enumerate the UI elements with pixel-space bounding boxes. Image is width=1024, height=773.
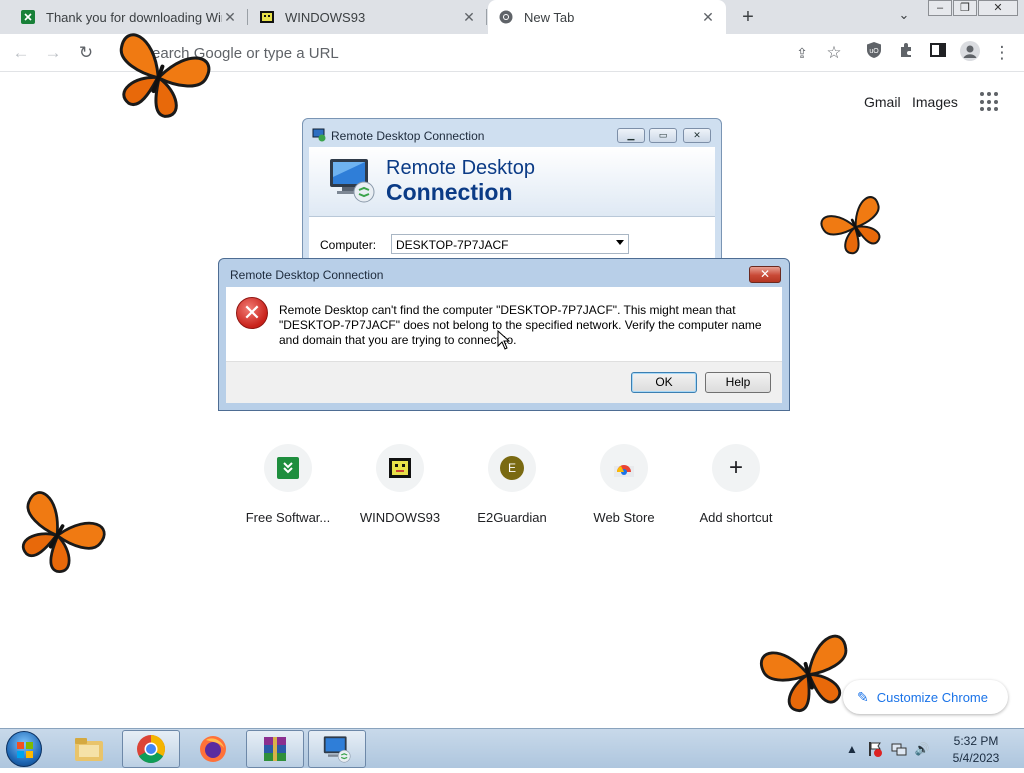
close-button[interactable]: ✕ xyxy=(683,128,711,143)
taskbar-explorer[interactable] xyxy=(60,730,118,768)
error-icon: ✕ xyxy=(236,297,268,329)
rdc-small-icon xyxy=(312,128,326,147)
winrar-icon xyxy=(264,737,286,761)
clock-date[interactable]: 5/4/2023 xyxy=(940,751,1012,765)
close-tab-icon[interactable]: ✕ xyxy=(222,9,238,25)
firefox-icon xyxy=(200,736,226,762)
show-hidden-icons-icon[interactable]: ▲ xyxy=(844,741,860,757)
chevron-down-icon[interactable]: ⌄ xyxy=(894,7,914,27)
tab-windows93[interactable]: WINDOWS93 ✕ xyxy=(249,0,487,34)
shortcut-free-software[interactable]: Free Softwar... xyxy=(232,440,344,530)
gmail-link[interactable]: Gmail xyxy=(864,94,901,110)
taskbar-firefox[interactable] xyxy=(184,730,242,768)
shortcut-label: WINDOWS93 xyxy=(359,510,441,525)
error-dialog-footer: OK Help xyxy=(226,361,782,403)
butterfly-icon xyxy=(119,33,211,118)
customize-label: Customize Chrome xyxy=(876,689,988,705)
extensions-icon[interactable] xyxy=(894,41,918,65)
error-message: Remote Desktop can't find the computer "… xyxy=(279,303,762,347)
side-panel-icon[interactable] xyxy=(926,41,950,65)
folder-icon xyxy=(75,738,103,761)
rdc-banner: Remote Desktop Connection xyxy=(309,147,715,217)
butterfly-icon xyxy=(820,196,881,255)
shortcut-label: Add shortcut xyxy=(699,510,773,525)
ublock-icon[interactable]: uO xyxy=(862,41,886,65)
letter-avatar: E xyxy=(500,456,524,480)
plus-icon: + xyxy=(712,444,760,492)
freesoftware-icon xyxy=(264,444,312,492)
restore-button[interactable]: ❐ xyxy=(953,0,977,16)
taskbar-winrar[interactable] xyxy=(246,730,304,768)
taskbar: ▲ 🔊 5:32 PM 5/4/2023 xyxy=(0,728,1024,768)
rdc-banner-line2: Connection xyxy=(386,179,513,205)
webstore-icon xyxy=(600,444,648,492)
shortcut-add[interactable]: + Add shortcut xyxy=(680,440,792,530)
omnibox[interactable]: ⇪ ☆ xyxy=(128,38,858,68)
computer-label: Computer: xyxy=(320,238,377,252)
network-icon[interactable] xyxy=(891,741,907,757)
minimize-button[interactable]: ▁ xyxy=(617,128,645,143)
windows93-icon xyxy=(376,444,424,492)
shortcut-web-store[interactable]: Web Store xyxy=(568,440,680,530)
computer-value: DESKTOP-7P7JACF xyxy=(396,238,509,252)
e2guardian-icon: E xyxy=(488,444,536,492)
images-link[interactable]: Images xyxy=(912,94,958,110)
shortcut-windows93[interactable]: WINDOWS93 xyxy=(344,440,456,530)
butterfly-icon xyxy=(760,634,848,713)
dropdown-arrow-icon[interactable] xyxy=(616,240,624,245)
tab-new-tab[interactable]: New Tab ✕ xyxy=(488,0,726,34)
spreadsheet-icon xyxy=(20,9,36,25)
minimize-button[interactable]: – xyxy=(928,0,952,16)
windows-logo-icon xyxy=(17,742,33,758)
taskbar-chrome[interactable] xyxy=(122,730,180,768)
start-button[interactable] xyxy=(6,731,42,767)
back-button[interactable]: ← xyxy=(9,41,33,65)
action-center-icon[interactable] xyxy=(866,741,882,757)
address-input[interactable] xyxy=(142,43,762,63)
star-icon[interactable]: ☆ xyxy=(822,41,846,65)
profile-avatar[interactable] xyxy=(958,41,982,65)
volume-icon[interactable]: 🔊 xyxy=(914,741,930,757)
close-tab-icon[interactable]: ✕ xyxy=(700,9,716,25)
error-dialog-title: Remote Desktop Connection xyxy=(230,268,384,282)
chrome-icon xyxy=(498,9,514,25)
close-tab-icon[interactable]: ✕ xyxy=(461,9,477,25)
ok-button[interactable]: OK xyxy=(631,372,697,393)
tab-title: Thank you for downloading WinRAR xyxy=(46,9,222,25)
shortcut-label: Free Softwar... xyxy=(245,510,331,525)
customize-chrome-button[interactable]: ✎ Customize Chrome xyxy=(843,680,1008,714)
remote-desktop-icon xyxy=(323,736,351,763)
kebab-menu-icon[interactable]: ⋮ xyxy=(990,41,1014,65)
shortcut-e2guardian[interactable]: E E2Guardian xyxy=(456,440,568,530)
taskbar-remote-desktop[interactable] xyxy=(308,730,366,768)
mouse-pointer-icon xyxy=(497,330,511,350)
shortcut-label: Web Store xyxy=(593,510,655,525)
reload-button[interactable]: ↻ xyxy=(74,41,98,65)
chrome-icon xyxy=(137,735,165,763)
remote-desktop-icon xyxy=(327,155,377,210)
google-apps-icon[interactable] xyxy=(980,92,1000,112)
tab-title: WINDOWS93 xyxy=(285,9,366,25)
tab-title: New Tab xyxy=(524,9,575,25)
help-button[interactable]: Help xyxy=(705,372,771,393)
rdc-title: Remote Desktop Connection xyxy=(331,129,485,143)
windows93-icon xyxy=(259,9,275,25)
svg-text:uO: uO xyxy=(869,48,879,55)
new-tab-button[interactable]: + xyxy=(736,5,760,29)
shortcut-label: E2Guardian xyxy=(477,510,547,525)
share-icon[interactable]: ⇪ xyxy=(790,41,814,65)
close-window-button[interactable]: ✕ xyxy=(978,0,1018,16)
close-button[interactable]: ✕ xyxy=(749,266,781,283)
maximize-button[interactable]: ▭ xyxy=(649,128,677,143)
clock-time[interactable]: 5:32 PM xyxy=(940,734,1012,748)
rdc-banner-line1: Remote Desktop xyxy=(386,157,535,179)
butterfly-icon xyxy=(22,491,106,573)
forward-button[interactable]: → xyxy=(41,41,65,65)
computer-combobox[interactable]: DESKTOP-7P7JACF xyxy=(391,234,629,254)
